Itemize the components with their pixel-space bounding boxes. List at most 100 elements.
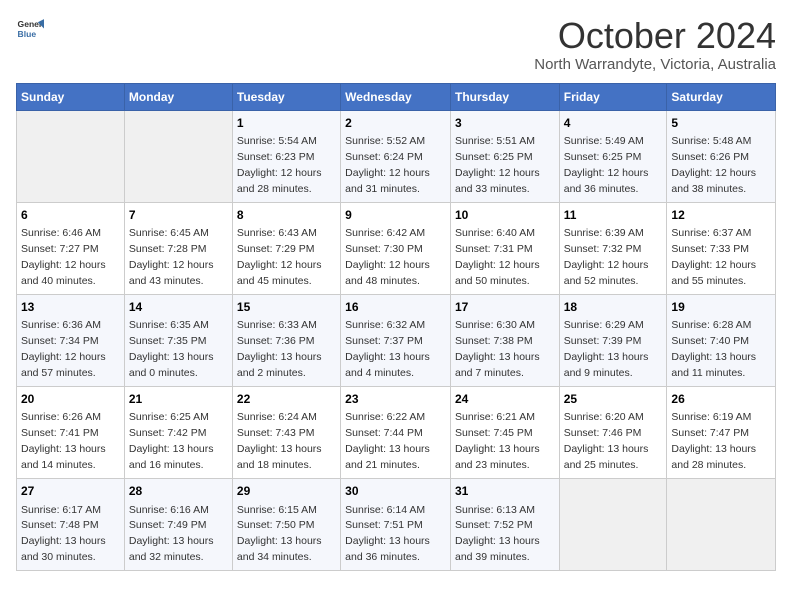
header-saturday: Saturday <box>667 83 776 110</box>
day-cell: 25 Sunrise: 6:20 AM Sunset: 7:46 PM Dayli… <box>559 387 667 479</box>
day-number: 16 <box>345 299 446 316</box>
day-number: 1 <box>237 115 336 132</box>
day-info: Sunrise: 6:13 AM Sunset: 7:52 PM Dayligh… <box>455 504 540 564</box>
day-cell: 30 Sunrise: 6:14 AM Sunset: 7:51 PM Dayli… <box>341 479 451 571</box>
week-row-2: 13 Sunrise: 6:36 AM Sunset: 7:34 PM Dayli… <box>17 294 776 386</box>
day-cell: 24Sunrise: 6:21 AM Sunset: 7:45 PM Dayli… <box>450 387 559 479</box>
day-cell: 20 Sunrise: 6:26 AM Sunset: 7:41 PM Dayli… <box>17 387 125 479</box>
day-info: Sunrise: 6:20 AM Sunset: 7:46 PM Dayligh… <box>564 411 649 471</box>
day-number: 28 <box>129 483 228 500</box>
day-number: 13 <box>21 299 120 316</box>
header-tuesday: Tuesday <box>232 83 340 110</box>
day-cell: 13 Sunrise: 6:36 AM Sunset: 7:34 PM Dayli… <box>17 294 125 386</box>
day-number: 3 <box>455 115 555 132</box>
day-info: Sunrise: 6:29 AM Sunset: 7:39 PM Dayligh… <box>564 319 649 379</box>
day-cell: 16 Sunrise: 6:32 AM Sunset: 7:37 PM Dayli… <box>341 294 451 386</box>
day-info: Sunrise: 6:46 AM Sunset: 7:27 PM Dayligh… <box>21 227 106 287</box>
day-cell: 23Sunrise: 6:22 AM Sunset: 7:44 PM Dayli… <box>341 387 451 479</box>
day-number: 4 <box>564 115 663 132</box>
day-info: Sunrise: 5:49 AM Sunset: 6:25 PM Dayligh… <box>564 135 649 195</box>
day-cell <box>17 110 125 202</box>
day-cell <box>559 479 667 571</box>
day-info: Sunrise: 6:25 AM Sunset: 7:42 PM Dayligh… <box>129 411 214 471</box>
day-cell: 9 Sunrise: 6:42 AM Sunset: 7:30 PM Daylig… <box>341 202 451 294</box>
day-cell: 17 Sunrise: 6:30 AM Sunset: 7:38 PM Dayli… <box>450 294 559 386</box>
day-number: 15 <box>237 299 336 316</box>
calendar-table: SundayMondayTuesdayWednesdayThursdayFrid… <box>16 83 776 572</box>
day-info: Sunrise: 6:30 AM Sunset: 7:38 PM Dayligh… <box>455 319 540 379</box>
day-cell: 2Sunrise: 5:52 AM Sunset: 6:24 PM Daylig… <box>341 110 451 202</box>
day-number: 27 <box>21 483 120 500</box>
day-info: Sunrise: 6:45 AM Sunset: 7:28 PM Dayligh… <box>129 227 214 287</box>
day-info: Sunrise: 6:36 AM Sunset: 7:34 PM Dayligh… <box>21 319 106 379</box>
day-cell: 14Sunrise: 6:35 AM Sunset: 7:35 PM Dayli… <box>124 294 232 386</box>
day-info: Sunrise: 6:28 AM Sunset: 7:40 PM Dayligh… <box>671 319 756 379</box>
week-row-1: 6 Sunrise: 6:46 AM Sunset: 7:27 PM Daylig… <box>17 202 776 294</box>
day-number: 31 <box>455 483 555 500</box>
day-info: Sunrise: 6:22 AM Sunset: 7:44 PM Dayligh… <box>345 411 430 471</box>
day-cell: 5Sunrise: 5:48 AM Sunset: 6:26 PM Daylig… <box>667 110 776 202</box>
day-number: 24 <box>455 391 555 408</box>
day-cell: 28 Sunrise: 6:16 AM Sunset: 7:49 PM Dayli… <box>124 479 232 571</box>
month-title: October 2024 <box>534 16 776 56</box>
day-number: 9 <box>345 207 446 224</box>
header-monday: Monday <box>124 83 232 110</box>
page-header: General Blue October 2024 North Warrandy… <box>16 16 776 73</box>
day-number: 26 <box>671 391 771 408</box>
header-sunday: Sunday <box>17 83 125 110</box>
day-number: 20 <box>21 391 120 408</box>
day-info: Sunrise: 6:16 AM Sunset: 7:49 PM Dayligh… <box>129 504 214 564</box>
day-info: Sunrise: 6:32 AM Sunset: 7:37 PM Dayligh… <box>345 319 430 379</box>
day-cell: 11Sunrise: 6:39 AM Sunset: 7:32 PM Dayli… <box>559 202 667 294</box>
svg-text:Blue: Blue <box>18 29 37 39</box>
day-cell: 1Sunrise: 5:54 AM Sunset: 6:23 PM Daylig… <box>232 110 340 202</box>
day-number: 8 <box>237 207 336 224</box>
day-number: 18 <box>564 299 663 316</box>
day-cell: 18 Sunrise: 6:29 AM Sunset: 7:39 PM Dayli… <box>559 294 667 386</box>
day-number: 25 <box>564 391 663 408</box>
day-cell: 27Sunrise: 6:17 AM Sunset: 7:48 PM Dayli… <box>17 479 125 571</box>
day-cell: 10 Sunrise: 6:40 AM Sunset: 7:31 PM Dayli… <box>450 202 559 294</box>
day-number: 17 <box>455 299 555 316</box>
header-friday: Friday <box>559 83 667 110</box>
day-info: Sunrise: 6:26 AM Sunset: 7:41 PM Dayligh… <box>21 411 106 471</box>
week-row-4: 27Sunrise: 6:17 AM Sunset: 7:48 PM Dayli… <box>17 479 776 571</box>
day-number: 30 <box>345 483 446 500</box>
day-cell: 6 Sunrise: 6:46 AM Sunset: 7:27 PM Daylig… <box>17 202 125 294</box>
day-cell: 29 Sunrise: 6:15 AM Sunset: 7:50 PM Dayli… <box>232 479 340 571</box>
day-info: Sunrise: 6:19 AM Sunset: 7:47 PM Dayligh… <box>671 411 756 471</box>
day-cell: 12 Sunrise: 6:37 AM Sunset: 7:33 PM Dayli… <box>667 202 776 294</box>
day-number: 22 <box>237 391 336 408</box>
day-cell: 22 Sunrise: 6:24 AM Sunset: 7:43 PM Dayli… <box>232 387 340 479</box>
day-number: 14 <box>129 299 228 316</box>
title-block: October 2024 North Warrandyte, Victoria,… <box>534 16 776 73</box>
day-number: 7 <box>129 207 228 224</box>
day-number: 21 <box>129 391 228 408</box>
day-info: Sunrise: 6:15 AM Sunset: 7:50 PM Dayligh… <box>237 504 322 564</box>
day-number: 10 <box>455 207 555 224</box>
day-info: Sunrise: 6:14 AM Sunset: 7:51 PM Dayligh… <box>345 504 430 564</box>
week-row-3: 20 Sunrise: 6:26 AM Sunset: 7:41 PM Dayli… <box>17 387 776 479</box>
header-row: SundayMondayTuesdayWednesdayThursdayFrid… <box>17 83 776 110</box>
header-wednesday: Wednesday <box>341 83 451 110</box>
day-number: 6 <box>21 207 120 224</box>
logo-icon: General Blue <box>16 16 44 44</box>
day-info: Sunrise: 6:42 AM Sunset: 7:30 PM Dayligh… <box>345 227 430 287</box>
day-info: Sunrise: 5:51 AM Sunset: 6:25 PM Dayligh… <box>455 135 540 195</box>
header-thursday: Thursday <box>450 83 559 110</box>
day-info: Sunrise: 6:33 AM Sunset: 7:36 PM Dayligh… <box>237 319 322 379</box>
day-cell: 21 Sunrise: 6:25 AM Sunset: 7:42 PM Dayli… <box>124 387 232 479</box>
day-info: Sunrise: 6:40 AM Sunset: 7:31 PM Dayligh… <box>455 227 540 287</box>
day-info: Sunrise: 6:37 AM Sunset: 7:33 PM Dayligh… <box>671 227 756 287</box>
day-info: Sunrise: 6:43 AM Sunset: 7:29 PM Dayligh… <box>237 227 322 287</box>
day-number: 12 <box>671 207 771 224</box>
day-number: 29 <box>237 483 336 500</box>
day-number: 5 <box>671 115 771 132</box>
day-cell: 3 Sunrise: 5:51 AM Sunset: 6:25 PM Daylig… <box>450 110 559 202</box>
day-cell: 15 Sunrise: 6:33 AM Sunset: 7:36 PM Dayli… <box>232 294 340 386</box>
day-cell: 19 Sunrise: 6:28 AM Sunset: 7:40 PM Dayli… <box>667 294 776 386</box>
day-number: 19 <box>671 299 771 316</box>
day-cell: 7 Sunrise: 6:45 AM Sunset: 7:28 PM Daylig… <box>124 202 232 294</box>
day-info: Sunrise: 6:24 AM Sunset: 7:43 PM Dayligh… <box>237 411 322 471</box>
day-cell: 4 Sunrise: 5:49 AM Sunset: 6:25 PM Daylig… <box>559 110 667 202</box>
